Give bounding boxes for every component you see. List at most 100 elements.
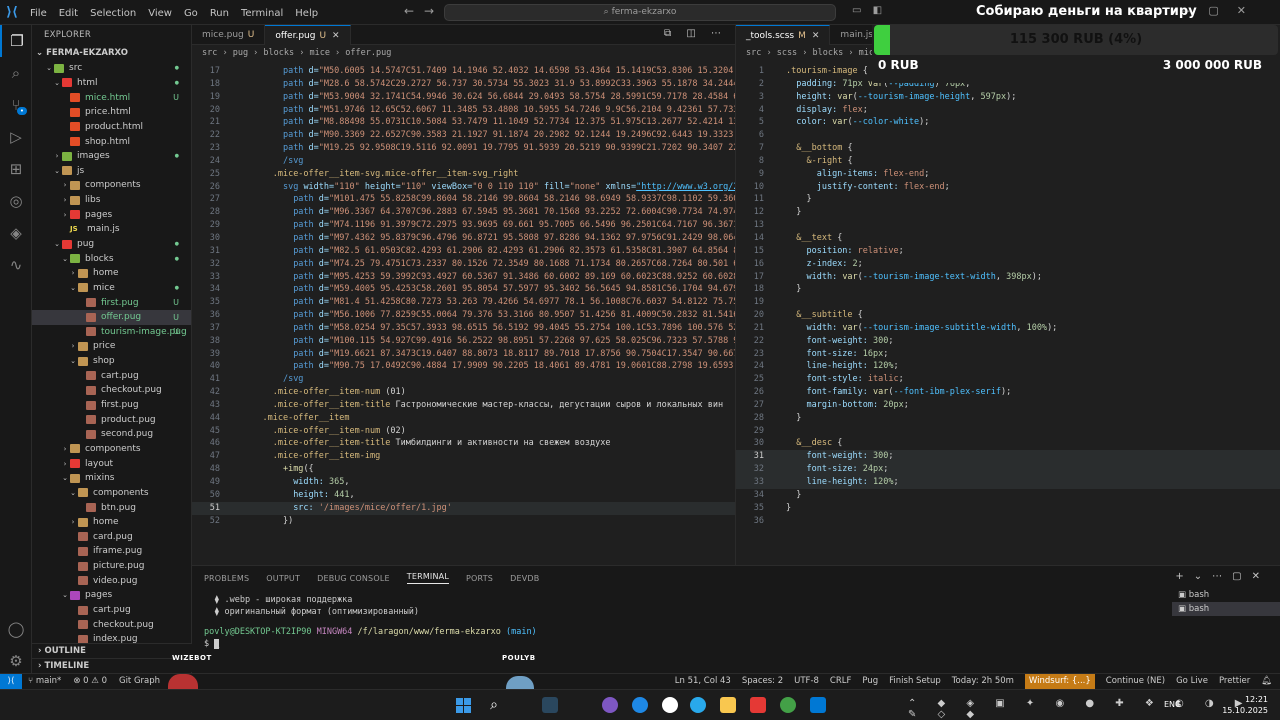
tree-item[interactable]: › home [32, 266, 191, 281]
tree-item[interactable]: ⌄ mixins [32, 471, 191, 486]
panel-actions[interactable]: +⌄⋯▢✕ [1175, 571, 1270, 582]
explorer-icon[interactable]: ❐ [0, 25, 32, 57]
finish-setup-button[interactable]: Finish Setup [889, 674, 941, 689]
file-explorer-icon[interactable] [720, 697, 736, 713]
timeline-section[interactable]: › TIMELINE [32, 658, 192, 672]
remote-indicator-icon[interactable]: ⟩⟨ [0, 674, 22, 689]
telegram-icon[interactable] [690, 697, 706, 713]
tree-item[interactable]: card.pug [32, 530, 191, 545]
tree-item[interactable]: tourism-image.pug U [32, 325, 191, 340]
maximize-panel-icon[interactable]: ▢ [1232, 571, 1251, 582]
tree-item[interactable]: checkout.pug [32, 383, 191, 398]
tree-item[interactable]: › layout [32, 456, 191, 471]
tree-item[interactable]: ⌄ html ● [32, 76, 191, 91]
source-control-icon[interactable]: ⑂ • [0, 89, 32, 121]
chrome-icon[interactable] [780, 697, 796, 713]
tree-item[interactable]: iframe.pug [32, 544, 191, 559]
tree-item[interactable]: ⌄ shop [32, 354, 191, 369]
problems-indicator[interactable]: ⊗ 0 ⚠ 0 [73, 674, 107, 689]
encoding[interactable]: UTF-8 [794, 674, 819, 689]
menu-item-file[interactable]: File [24, 8, 53, 19]
close-tab-icon[interactable]: ✕ [332, 31, 340, 41]
menu-item-run[interactable]: Run [204, 8, 235, 19]
close-tab-icon[interactable]: ✕ [812, 31, 820, 41]
tab-offer-pug[interactable]: offer.pug U ✕ [265, 25, 351, 45]
menu-item-help[interactable]: Help [289, 8, 324, 19]
steam-icon[interactable] [542, 697, 558, 713]
tree-item[interactable]: cart.pug [32, 603, 191, 618]
run-debug-icon[interactable]: ▷ [0, 121, 32, 153]
tree-item[interactable]: first.pug [32, 398, 191, 413]
more-icon[interactable]: ⋯ [1212, 571, 1232, 582]
notifications-bell-icon[interactable]: 🔔︎ [1261, 674, 1272, 689]
extensions-icon[interactable]: ⊞ [0, 153, 32, 185]
remote-icon[interactable]: ◎ [0, 185, 32, 217]
search-icon[interactable]: ⌕ [0, 57, 32, 89]
terminal-instance[interactable]: ▣ bash [1172, 602, 1280, 616]
plus-icon[interactable]: + [1175, 571, 1193, 582]
language-indicator[interactable]: ENG [1164, 700, 1181, 709]
tree-item[interactable]: › libs [32, 193, 191, 208]
app-icon-purple[interactable] [602, 697, 618, 713]
indentation[interactable]: Spaces: 2 [742, 674, 783, 689]
tree-item[interactable]: JS main.js [32, 222, 191, 237]
tree-item[interactable]: shop.html [32, 134, 191, 149]
tree-item[interactable]: ⌄ components [32, 486, 191, 501]
tree-item[interactable]: first.pug U [32, 295, 191, 310]
clock[interactable]: 12:21 15.10.2025 [1222, 694, 1268, 716]
eol[interactable]: CRLF [830, 674, 851, 689]
code-area[interactable]: 17 path d="M50.6005 14.5747C51.7409 14.1… [192, 65, 735, 565]
panel-tab-ports[interactable]: PORTS [466, 574, 493, 583]
tree-item[interactable]: ⌄ mice ● [32, 281, 191, 296]
tree-item[interactable]: cart.pug [32, 368, 191, 383]
panel-tab-output[interactable]: OUTPUT [266, 574, 300, 583]
breadcrumb[interactable]: src › pug › blocks › mice › offer.pug [192, 45, 735, 61]
tree-item[interactable]: product.pug [32, 412, 191, 427]
time-tracker[interactable]: Today: 2h 50m [952, 674, 1014, 689]
tree-item[interactable]: › home [32, 515, 191, 530]
tree-item[interactable]: product.html [32, 120, 191, 135]
tree-item[interactable]: ⌄ src ● [32, 61, 191, 76]
git-graph-button[interactable]: Git Graph [119, 674, 160, 689]
docker-icon[interactable]: ◈ [0, 217, 32, 249]
edge-icon[interactable] [632, 697, 648, 713]
branch-indicator[interactable]: ⑂ main* [28, 674, 61, 689]
tree-item[interactable]: ⌄ pages [32, 588, 191, 603]
gitlens-icon[interactable]: ∿ [0, 249, 32, 281]
terminal-input-line[interactable]: $ _ [204, 638, 537, 650]
tree-item[interactable]: second.pug [32, 427, 191, 442]
chevron-down-icon[interactable]: ⌄ [1194, 571, 1212, 582]
tree-item[interactable]: › components [32, 178, 191, 193]
windows-start-icon[interactable] [456, 698, 471, 713]
outline-section[interactable]: › OUTLINE [32, 643, 192, 657]
panel-tab-debug-console[interactable]: DEBUG CONSOLE [317, 574, 390, 583]
yandex-icon[interactable] [662, 697, 678, 713]
taskbar-search-icon[interactable]: ⌕ [486, 697, 502, 713]
continue-status[interactable]: Continue (NE) [1106, 674, 1165, 689]
prettier-status[interactable]: Prettier [1219, 674, 1250, 689]
menu-item-selection[interactable]: Selection [84, 8, 142, 19]
tree-item[interactable]: btn.pug [32, 500, 191, 515]
menu-item-go[interactable]: Go [178, 8, 204, 19]
maximize-icon[interactable]: ▢ [1208, 4, 1236, 17]
close-panel-icon[interactable]: ✕ [1252, 571, 1270, 582]
menu-item-edit[interactable]: Edit [53, 8, 84, 19]
windsurf-status[interactable]: Windsurf: {...} [1024, 674, 1095, 689]
editor-actions[interactable]: ⧉ ◫ ⋯ [664, 28, 727, 39]
code-area[interactable]: 1 .tourism-image {2 padding: 71px var(--p… [736, 65, 1280, 565]
tab--tools-scss[interactable]: _tools.scss M ✕ [736, 25, 831, 45]
tree-item[interactable]: ⌄ blocks ● [32, 251, 191, 266]
tree-item[interactable]: checkout.pug [32, 617, 191, 632]
project-root[interactable]: ⌄ FERMA-EKZARXO [32, 45, 191, 61]
tree-item[interactable]: › images ● [32, 149, 191, 164]
terminal-output[interactable]: ⧫ .webp - широкая поддержка ⧫ оригинальн… [204, 594, 537, 650]
tree-item[interactable]: ⌄ js [32, 163, 191, 178]
filezilla-icon[interactable] [750, 697, 766, 713]
close-icon[interactable]: ✕ [1237, 4, 1264, 17]
command-center-search[interactable]: ⌕ ferma-ekzarxo [444, 4, 836, 21]
tree-item[interactable]: video.pug [32, 573, 191, 588]
layout-icons[interactable]: ▭ ◧ [852, 5, 886, 16]
tree-item[interactable]: › components [32, 442, 191, 457]
panel-tab-problems[interactable]: PROBLEMS [204, 574, 249, 583]
account-icon[interactable]: ◯ [0, 613, 32, 645]
